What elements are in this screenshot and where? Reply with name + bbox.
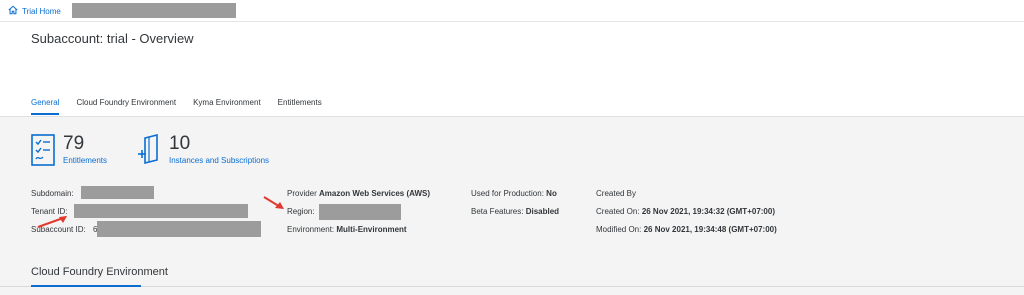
production-label: Used for Production:: [471, 189, 544, 198]
page-title: Subaccount: trial - Overview: [31, 31, 194, 46]
section-title-underline: [31, 285, 141, 287]
tab-cloud-foundry[interactable]: Cloud Foundry Environment: [76, 98, 176, 115]
kpi-entitlements[interactable]: 79 Entitlements: [31, 134, 107, 171]
production-value: No: [546, 189, 557, 198]
modified-on-label: Modified On:: [596, 225, 642, 234]
kpi-instances-value: 10: [169, 133, 191, 154]
tab-general[interactable]: General: [31, 98, 60, 115]
kpi-instances[interactable]: 10 Instances and Subscriptions: [137, 134, 269, 171]
section-title-cloud-foundry: Cloud Foundry Environment: [31, 266, 168, 278]
region-label: Region:: [287, 207, 315, 216]
general-content: 79 Entitlements 10 Instances and Subscri…: [0, 116, 1024, 295]
redacted-subaccount-id: [97, 221, 261, 237]
beta-label: Beta Features:: [471, 207, 524, 216]
subdomain-label: Subdomain:: [31, 189, 74, 198]
provider-value: Amazon Web Services (AWS): [319, 189, 431, 198]
created-on-label: Created On:: [596, 207, 640, 216]
annotation-arrow-region: [263, 196, 284, 209]
annotation-arrow-subaccount: [37, 216, 67, 228]
redacted-breadcrumb: [72, 3, 236, 18]
created-by-label: Created By: [596, 189, 637, 198]
environment-value: Multi-Environment: [336, 225, 407, 234]
entitlements-icon: [31, 134, 55, 171]
redacted-region: [319, 204, 401, 220]
modified-on-value: 26 Nov 2021, 19:34:48 (GMT+07:00): [643, 225, 777, 234]
redacted-subdomain: [81, 186, 154, 199]
tab-bar: General Cloud Foundry Environment Kyma E…: [31, 98, 339, 115]
tab-entitlements[interactable]: Entitlements: [278, 98, 322, 115]
kpi-entitlements-value: 79: [63, 133, 85, 154]
top-bar: Trial Home: [0, 0, 1024, 22]
environment-row: Environment: Multi-Environment: [287, 225, 407, 234]
home-icon: [8, 5, 18, 17]
production-row: Used for Production: No: [471, 189, 557, 198]
modified-on-row: Modified On: 26 Nov 2021, 19:34:48 (GMT+…: [596, 225, 777, 234]
kpi-instances-label[interactable]: Instances and Subscriptions: [169, 156, 269, 165]
created-on-row: Created On: 26 Nov 2021, 19:34:32 (GMT+0…: [596, 207, 775, 216]
breadcrumb-home-label: Trial Home: [22, 6, 61, 16]
tab-kyma[interactable]: Kyma Environment: [193, 98, 261, 115]
kpi-entitlements-label[interactable]: Entitlements: [63, 156, 107, 165]
instances-icon: [137, 133, 161, 171]
created-on-value: 26 Nov 2021, 19:34:32 (GMT+07:00): [641, 207, 775, 216]
breadcrumb-home-link[interactable]: Trial Home: [8, 5, 61, 17]
section-divider: [0, 286, 1024, 287]
environment-label: Environment:: [287, 225, 335, 234]
beta-row: Beta Features: Disabled: [471, 207, 559, 216]
page-header: Subaccount: trial - Overview General Clo…: [0, 22, 1024, 116]
beta-value: Disabled: [525, 207, 560, 216]
provider-label: Provider: [287, 189, 317, 198]
provider-row: Provider Amazon Web Services (AWS): [287, 189, 430, 198]
redacted-tenant-id: [74, 204, 248, 218]
